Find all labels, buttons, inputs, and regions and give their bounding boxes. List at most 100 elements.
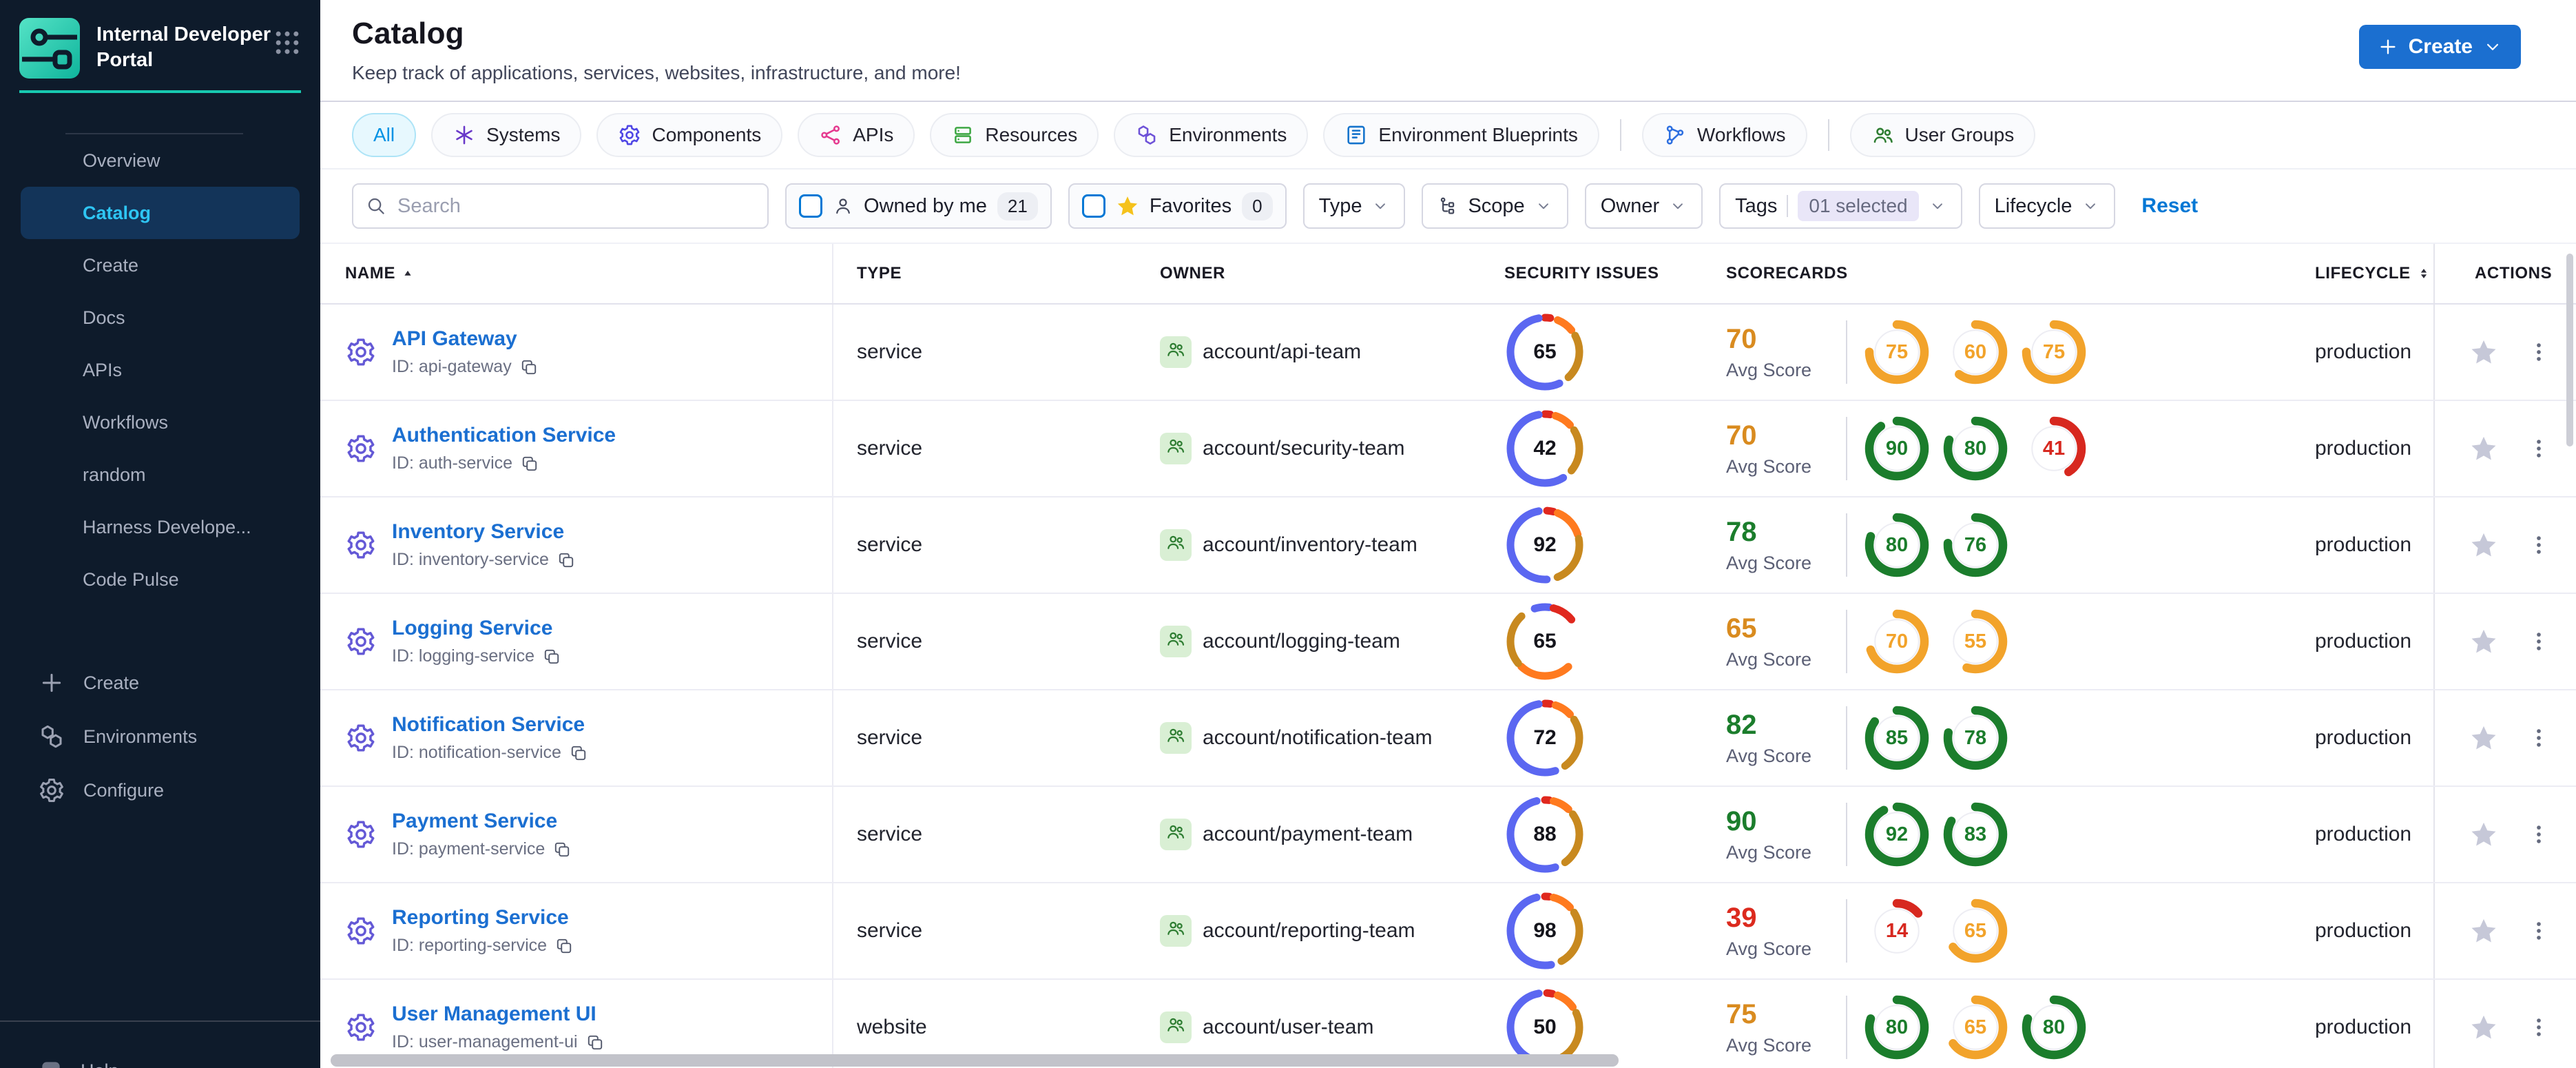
tab-user-groups[interactable]: User Groups — [1849, 113, 2036, 157]
team-icon — [1160, 722, 1192, 754]
sidebar-item-configure[interactable]: Configure — [0, 763, 320, 817]
favorite-star-icon[interactable] — [2469, 627, 2498, 656]
owner-name: account/logging-team — [1203, 630, 1400, 653]
avg-score-label: Avg Score — [1726, 359, 1812, 380]
avg-score-value: 39 — [1726, 902, 1757, 933]
tab-apis[interactable]: APIs — [798, 113, 915, 157]
copy-icon[interactable] — [520, 358, 538, 376]
type-cell: service — [857, 919, 923, 942]
vertical-scrollbar[interactable] — [2566, 254, 2573, 446]
table-row[interactable]: Notification Service ID: notification-se… — [320, 690, 2576, 787]
sidebar-item-workflows[interactable]: Workflows — [21, 396, 300, 449]
sidebar-item-docs[interactable]: Docs — [21, 291, 300, 344]
entity-name-link[interactable]: Notification Service — [392, 713, 588, 737]
owned-by-me-filter[interactable]: Owned by me 21 — [785, 183, 1052, 229]
avg-score-label: Avg Score — [1726, 1034, 1812, 1056]
kebab-menu-icon[interactable] — [2527, 919, 2551, 943]
tab-components[interactable]: Components — [596, 113, 783, 157]
table-row[interactable]: Reporting Service ID: reporting-service … — [320, 883, 2576, 980]
copy-icon[interactable] — [570, 744, 588, 762]
kebab-menu-icon[interactable] — [2527, 437, 2551, 460]
actions-cell — [2433, 883, 2576, 978]
security-issues-cell: 98 — [1488, 883, 1710, 978]
lifecycle-dropdown[interactable]: Lifecycle — [1978, 183, 2116, 229]
favorite-star-icon[interactable] — [2469, 338, 2498, 367]
owner-dropdown[interactable]: Owner — [1584, 183, 1703, 229]
favorite-star-icon[interactable] — [2469, 820, 2498, 849]
scorecard-value: 80 — [1964, 437, 1987, 460]
favorite-star-icon[interactable] — [2469, 1013, 2498, 1042]
copy-icon[interactable] — [557, 551, 575, 569]
tab-environment-blueprints[interactable]: Environment Blueprints — [1323, 113, 1599, 157]
team-icon — [1160, 915, 1192, 947]
sidebar-item-create[interactable]: Create — [21, 239, 300, 291]
kebab-menu-icon[interactable] — [2527, 726, 2551, 750]
scope-dropdown[interactable]: Scope — [1422, 183, 1568, 229]
entity-name-link[interactable]: Payment Service — [392, 810, 571, 833]
tab-all[interactable]: All — [352, 113, 417, 157]
tags-dropdown[interactable]: Tags 01 selected — [1719, 183, 1962, 229]
entity-name-link[interactable]: User Management UI — [392, 1003, 604, 1026]
scorecard-value: 92 — [1885, 823, 1909, 845]
sidebar-item-apis[interactable]: APIs — [21, 344, 300, 396]
sidebar-item-create[interactable]: Create — [0, 656, 320, 710]
kebab-menu-icon[interactable] — [2527, 1016, 2551, 1039]
favorites-filter[interactable]: Favorites 0 — [1068, 183, 1287, 229]
copy-icon[interactable] — [521, 455, 539, 473]
component-gear-icon — [345, 336, 377, 368]
kebab-menu-icon[interactable] — [2527, 340, 2551, 364]
table-row[interactable]: Authentication Service ID: auth-service … — [320, 401, 2576, 497]
table-row[interactable]: API Gateway ID: api-gateway service acco… — [320, 305, 2576, 401]
entity-name-link[interactable]: API Gateway — [392, 327, 538, 351]
owned-by-me-checkbox[interactable] — [799, 194, 822, 218]
actions-cell — [2433, 980, 2576, 1068]
copy-icon[interactable] — [555, 937, 573, 955]
owner-cell: account/security-team — [1143, 401, 1488, 496]
copy-icon[interactable] — [543, 648, 561, 666]
kebab-menu-icon[interactable] — [2527, 533, 2551, 557]
favorites-checkbox[interactable] — [1081, 194, 1105, 218]
copy-icon[interactable] — [586, 1034, 604, 1051]
tab-systems[interactable]: Systems — [431, 113, 582, 157]
copy-icon[interactable] — [553, 841, 571, 859]
entity-name-link[interactable]: Inventory Service — [392, 520, 575, 544]
tab-resources[interactable]: Resources — [930, 113, 1099, 157]
table-row[interactable]: Payment Service ID: payment-service serv… — [320, 787, 2576, 883]
owner-cell: account/notification-team — [1143, 690, 1488, 785]
sidebar-item-help[interactable]: Help — [0, 1058, 320, 1068]
gear-icon — [618, 123, 641, 147]
sidebar-item-overview[interactable]: Overview — [21, 134, 300, 187]
reset-filters-link[interactable]: Reset — [2141, 194, 2198, 218]
sidebar-item-code-pulse[interactable]: Code Pulse — [21, 553, 300, 606]
column-header-name[interactable]: NAME — [320, 244, 833, 303]
sidebar-item-harness-develope[interactable]: Harness Develope... — [21, 501, 300, 553]
type-dropdown[interactable]: Type — [1302, 183, 1406, 229]
entity-name-link[interactable]: Logging Service — [392, 617, 561, 640]
entity-name-link[interactable]: Authentication Service — [392, 424, 616, 447]
security-issues-value: 50 — [1533, 1016, 1557, 1038]
horizontal-scrollbar[interactable] — [331, 1054, 1619, 1067]
scorecard-value: 80 — [1885, 1016, 1909, 1038]
kebab-menu-icon[interactable] — [2527, 823, 2551, 846]
table-row[interactable]: Logging Service ID: logging-service serv… — [320, 594, 2576, 690]
favorite-star-icon[interactable] — [2469, 531, 2498, 559]
favorite-star-icon[interactable] — [2469, 916, 2498, 945]
entity-name-link[interactable]: Reporting Service — [392, 906, 573, 930]
scorecard-ring: 75 — [2021, 319, 2087, 385]
security-issues-value: 88 — [1533, 823, 1557, 845]
table-row[interactable]: Inventory Service ID: inventory-service … — [320, 497, 2576, 594]
column-header-lifecycle[interactable]: LIFECYCLE — [2292, 244, 2433, 303]
sidebar-item-catalog[interactable]: Catalog — [21, 187, 300, 239]
app-grid-icon[interactable] — [272, 28, 302, 61]
scorecards-cell: 78 Avg Score 80 76 — [1710, 497, 2292, 593]
favorite-star-icon[interactable] — [2469, 723, 2498, 752]
sidebar-item-random[interactable]: random — [21, 449, 300, 501]
create-button[interactable]: Create — [2358, 25, 2521, 69]
favorite-star-icon[interactable] — [2469, 434, 2498, 463]
sidebar-item-environments[interactable]: Environments — [0, 710, 320, 763]
search-input[interactable] — [397, 194, 755, 218]
tab-environments[interactable]: Environments — [1114, 113, 1309, 157]
security-issues-cell: 92 — [1488, 497, 1710, 593]
kebab-menu-icon[interactable] — [2527, 630, 2551, 653]
tab-workflows[interactable]: Workflows — [1641, 113, 1807, 157]
